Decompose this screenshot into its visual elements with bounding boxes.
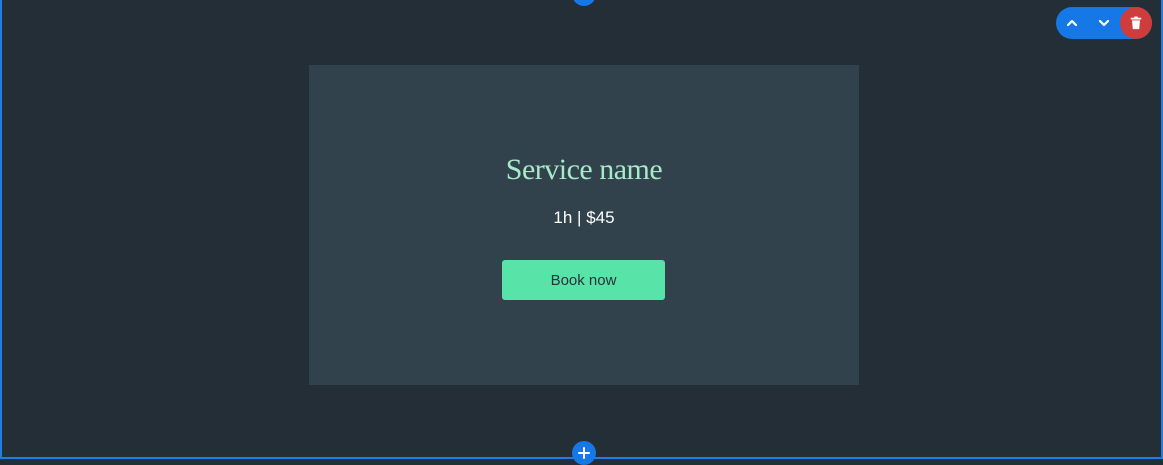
delete-section-button[interactable] <box>1120 7 1152 39</box>
section-toolbar <box>1056 7 1152 39</box>
plus-icon <box>578 447 590 459</box>
service-name[interactable]: Service name <box>309 153 859 187</box>
chevron-up-icon <box>1066 19 1078 27</box>
service-card: Service name 1h | $45 Book now <box>309 65 859 385</box>
page-section: Service name 1h | $45 Book now <box>0 0 1163 465</box>
add-section-above-button[interactable] <box>572 0 596 6</box>
chevron-down-icon <box>1098 19 1110 27</box>
add-section-below-button[interactable] <box>572 441 596 465</box>
trash-icon <box>1130 16 1142 30</box>
move-down-button[interactable] <box>1088 7 1120 39</box>
book-now-button[interactable]: Book now <box>502 260 665 300</box>
move-up-button[interactable] <box>1056 7 1088 39</box>
service-duration-price[interactable]: 1h | $45 <box>309 208 859 228</box>
